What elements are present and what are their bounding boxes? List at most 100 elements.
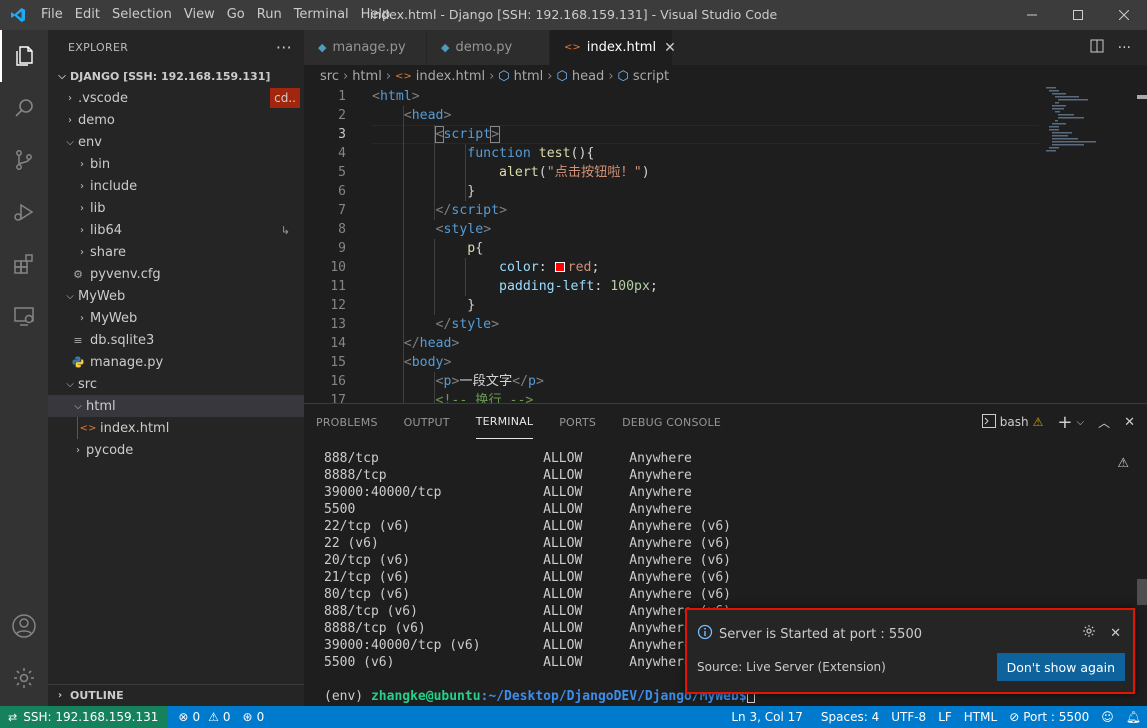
notification-settings-gear-icon[interactable] — [1082, 624, 1096, 642]
tree-item-myweb[interactable]: ⌵ MyWeb — [48, 285, 304, 307]
notification-source: Source: Live Server (Extension) — [697, 660, 886, 674]
maximize-panel-icon[interactable]: ︿ — [1098, 414, 1110, 431]
config-file-icon: ⚙ — [73, 267, 83, 281]
code-line: <html> — [372, 89, 420, 104]
color-swatch-icon[interactable] — [554, 262, 565, 272]
python-icon: ◆ — [318, 41, 327, 54]
menu-selection[interactable]: Selection — [106, 0, 178, 30]
tree-item-share[interactable]: › share — [48, 241, 304, 263]
breadcrumb-item[interactable]: html — [352, 69, 382, 84]
maximize-button[interactable] — [1055, 0, 1101, 30]
tree-item-bin[interactable]: › bin — [48, 153, 304, 175]
tree-item-lib[interactable]: › lib — [48, 197, 304, 219]
tree-item-lib64[interactable]: › lib64 ↳ — [48, 219, 304, 241]
notifications-bell-icon[interactable]: 🔔︎ — [1120, 706, 1147, 728]
tree-item-myweb-inner[interactable]: › MyWeb — [48, 307, 304, 329]
code-editor[interactable]: 1 2 3 4 5 6 7 8 9 10 11 12 13 14 15 16 1… — [304, 87, 1147, 403]
code-line: <head> — [403, 108, 452, 123]
tree-item-label: lib64 — [90, 222, 123, 238]
code-line: <script> — [434, 126, 501, 143]
menu-help[interactable]: Help — [355, 0, 397, 30]
tab-index-html[interactable]: <> index.html ✕ — [550, 30, 676, 65]
terminal-line: 5500 ALLOW Anywhere — [324, 502, 692, 517]
line-number: 1 — [338, 89, 346, 104]
menu-file[interactable]: File — [35, 0, 69, 30]
tree-item-pyvenv-cfg[interactable]: ⚙ pyvenv.cfg — [48, 263, 304, 285]
split-editor-icon[interactable] — [1090, 39, 1104, 57]
code-line: </style> — [435, 317, 500, 332]
feedback-icon[interactable]: ☺ — [1095, 706, 1120, 728]
tree-item-env[interactable]: ⌵ env — [48, 131, 304, 153]
more-actions-icon[interactable]: ··· — [1118, 40, 1131, 56]
workspace-root[interactable]: ⌵ DJANGO [SSH: 192.168.159.131] — [48, 65, 304, 87]
close-tab-icon[interactable]: ✕ — [664, 40, 676, 56]
remote-explorer-icon[interactable] — [0, 290, 48, 342]
cursor-position[interactable]: Ln 3, Col 17 — [725, 706, 809, 728]
menu-terminal[interactable]: Terminal — [288, 0, 355, 30]
new-terminal-icon[interactable]: + — [1057, 412, 1072, 433]
language-mode[interactable]: HTML — [958, 706, 1003, 728]
tab-demo-py[interactable]: ◆ demo.py — [427, 30, 550, 65]
tab-manage-py[interactable]: ◆ manage.py — [304, 30, 427, 65]
dont-show-again-button[interactable]: Don't show again — [996, 653, 1125, 681]
minimap[interactable] — [1046, 87, 1136, 167]
outline-section[interactable]: › OUTLINE — [48, 684, 304, 706]
more-actions-icon[interactable]: ··· — [276, 38, 292, 57]
extensions-icon[interactable] — [0, 238, 48, 290]
source-control-icon[interactable] — [0, 134, 48, 186]
breadcrumb-item[interactable]: head — [572, 69, 604, 84]
tree-item-label: pyvenv.cfg — [90, 266, 161, 282]
accounts-icon[interactable] — [0, 600, 48, 652]
close-notification-icon[interactable]: ✕ — [1110, 626, 1121, 641]
breadcrumb-item[interactable]: html — [514, 69, 544, 84]
ports-indicator[interactable]: ⊛ 0 — [237, 706, 271, 728]
search-icon[interactable] — [0, 82, 48, 134]
run-debug-icon[interactable] — [0, 186, 48, 238]
terminal-line: 20/tcp (v6) ALLOW Anywhere (v6) — [324, 553, 731, 568]
tree-item-demo[interactable]: › demo — [48, 109, 304, 131]
tree-item-pycode[interactable]: › pycode — [48, 439, 304, 461]
forwarded-port-count: 0 — [256, 710, 265, 724]
menu-go[interactable]: Go — [221, 0, 251, 30]
tree-item-vscode[interactable]: › .vscode cd.. — [48, 87, 304, 109]
tab-ports[interactable]: PORTS — [559, 406, 596, 439]
chevron-right-icon: › — [80, 158, 84, 170]
line-number: 7 — [338, 203, 346, 218]
settings-gear-icon[interactable] — [0, 652, 48, 704]
chevron-down-icon[interactable]: ⌵ — [1076, 417, 1084, 428]
tree-item-db-sqlite3[interactable]: ≡ db.sqlite3 — [48, 329, 304, 351]
tree-item-html[interactable]: ⌵ html — [48, 395, 304, 417]
minimize-button[interactable] — [1009, 0, 1055, 30]
tree-item-index-html[interactable]: <> index.html — [48, 417, 304, 439]
terminal-scrollbar[interactable] — [1137, 579, 1147, 605]
terminal-warning-icon[interactable]: ⚠ — [1117, 456, 1129, 471]
breadcrumb-item[interactable]: index.html — [416, 69, 485, 84]
tree-item-src[interactable]: ⌵ src — [48, 373, 304, 395]
terminal-badge[interactable]: cd.. — [270, 88, 300, 108]
problems-indicator[interactable]: ⊗ 0 ⚠ 0 — [172, 706, 236, 728]
remote-indicator[interactable]: ⇄ SSH: 192.168.159.131 — [0, 706, 169, 728]
tab-problems[interactable]: PROBLEMS — [316, 406, 378, 439]
terminal-selector[interactable]: bash ⚠ — [981, 413, 1043, 431]
breadcrumb-item[interactable]: src — [320, 69, 339, 84]
end-of-line[interactable]: LF — [932, 706, 958, 728]
close-window-button[interactable] — [1101, 0, 1147, 30]
tab-output[interactable]: OUTPUT — [404, 406, 450, 439]
explorer-icon[interactable] — [0, 30, 48, 82]
close-panel-icon[interactable]: ✕ — [1124, 415, 1135, 430]
breadcrumb-item[interactable]: script — [633, 69, 669, 84]
tree-item-label: bin — [90, 156, 111, 172]
live-server-port[interactable]: ⊘ Port : 5500 — [1003, 706, 1095, 728]
encoding[interactable]: UTF-8 — [885, 706, 932, 728]
menu-bar: File Edit Selection View Go Run Terminal… — [35, 0, 396, 30]
tree-item-manage-py[interactable]: manage.py — [48, 351, 304, 373]
indentation[interactable]: Spaces: 4 — [815, 706, 885, 728]
error-icon: ⊗ — [178, 710, 189, 724]
tab-debug-console[interactable]: DEBUG CONSOLE — [622, 406, 721, 439]
menu-run[interactable]: Run — [251, 0, 288, 30]
menu-edit[interactable]: Edit — [69, 0, 106, 30]
menu-view[interactable]: View — [178, 0, 221, 30]
tab-terminal[interactable]: TERMINAL — [475, 405, 534, 439]
tree-item-include[interactable]: › include — [48, 175, 304, 197]
line-number: 15 — [330, 355, 346, 370]
